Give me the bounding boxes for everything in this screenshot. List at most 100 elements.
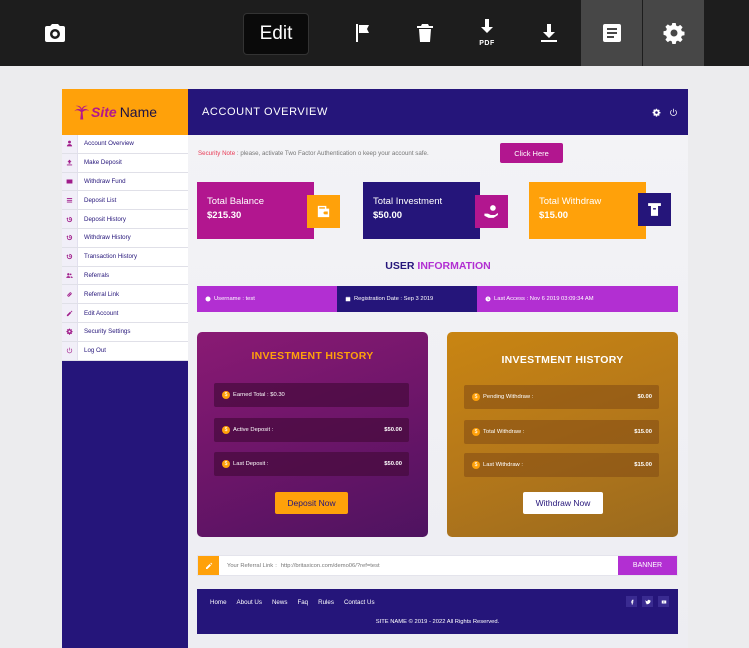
facebook-icon[interactable] [626,596,637,607]
investment-history-title-right: INVESTMENT HISTORY [501,354,624,366]
gear-icon [663,23,684,44]
total-investment-value: $50.00 [373,210,403,221]
last-deposit-label: Last Deposit : [233,461,269,467]
referral-link-label: Your Referral Link [227,562,274,569]
palm-logo-icon [74,105,90,120]
sidebar-item-label: Deposit History [84,215,126,223]
earned-total-label: Earned Total : $0.30 [233,392,285,398]
sidebar-item-security-settings[interactable]: Security Settings [62,322,188,342]
user-information-bar: Username : test Registration Date : Sep … [197,286,678,312]
edit-button[interactable]: Edit [243,13,309,55]
pending-withdraw-label: Pending Withdraw : [483,394,534,400]
sidebar-item-label: Withdraw History [84,234,131,242]
gear-icon [62,322,78,341]
history-icon [62,210,78,228]
total-withdraw-card: Total Withdraw $15.00 [529,182,671,239]
coin-icon: $ [472,393,480,401]
edit-icon [198,556,219,575]
total-balance-label: Total Balance [207,196,265,207]
sidebar-item-label: Make Deposit [84,159,122,167]
investment-history-title-left: INVESTMENT HISTORY [251,350,374,362]
twitter-icon[interactable] [642,596,653,607]
active-deposit-label: Active Deposit : [233,427,274,433]
footer-link-about-us[interactable]: About Us [237,599,262,606]
security-note: Security Note : please, activate Two Fac… [198,150,429,157]
sidebar-item-transaction-history[interactable]: Transaction History [62,247,188,267]
sidebar-item-referrals[interactable]: Referrals [62,266,188,286]
sidebar-item-deposit-list[interactable]: Deposit List [62,191,188,211]
wallet-icon [307,195,340,228]
last-withdraw-label: Last Withdraw : [483,462,523,468]
viewer-toolbar: Edit PDF [0,0,749,66]
last-access-field: Last Access : Nov 6 2019 03:09:34 AM [477,286,678,312]
footer-link-rules[interactable]: Rules [318,599,334,606]
power-icon [62,341,78,360]
sidebar-item-make-deposit[interactable]: Make Deposit [62,153,188,173]
sidebar-item-label: Referrals [84,271,110,279]
document-button[interactable] [581,0,642,66]
coin-icon: $ [222,391,230,399]
settings-button[interactable] [643,0,704,66]
flag-button[interactable] [340,0,386,66]
registration-date-text: Registration Date : Sep 3 2019 [354,296,434,302]
power-icon[interactable] [669,108,678,117]
history-icon [62,228,78,247]
total-withdraw-row: $ Total Withdraw : $15.00 [464,420,659,444]
last-deposit-row: $ Last Deposit : $50.00 [214,452,409,476]
sidebar-item-label: Log Out [84,347,107,355]
footer-link-news[interactable]: News [272,599,287,606]
deposit-now-button[interactable]: Deposit Now [275,492,348,514]
sidebar-item-account-overview[interactable]: Account Overview [62,135,188,154]
user-icon [205,296,211,302]
sidebar-item-label: Deposit List [84,196,117,204]
total-investment-card: Total Investment $50.00 [363,182,508,239]
youtube-icon[interactable] [658,596,669,607]
banner-button[interactable]: BANNER [618,556,677,575]
main-content: Security Note : please, activate Two Fac… [188,135,688,648]
upload-icon [62,153,78,172]
dashboard-page: Site Name Account Overview Make Deposit Wi… [62,89,688,648]
total-withdraw-value: $15.00 [539,210,569,221]
sidebar-item-log-out[interactable]: Log Out [62,341,188,361]
sidebar-item-deposit-history[interactable]: Deposit History [62,210,188,229]
sidebar-item-edit-account[interactable]: Edit Account [62,304,188,323]
last-deposit-value: $50.00 [384,461,402,467]
click-here-button[interactable]: Click Here [500,143,563,163]
card-icon [62,172,78,191]
sidebar-item-withdraw-fund[interactable]: Withdraw Fund [62,172,188,192]
sidebar-item-withdraw-history[interactable]: Withdraw History [62,228,188,248]
coin-icon: $ [472,461,480,469]
footer-link-home[interactable]: Home [210,599,227,606]
footer-link-contact-us[interactable]: Contact Us [344,599,375,606]
referral-link-url[interactable]: http://britaxicon.com/demo06/?ref=test [277,556,618,575]
sidebar-item-referral-link[interactable]: Referral Link [62,285,188,305]
pdf-download-icon [481,19,493,33]
logo-site-text: Site [91,104,117,120]
list-icon [62,191,78,210]
link-icon [62,285,78,304]
history-icon [62,247,78,266]
download-button[interactable] [526,0,572,66]
sidebar: Site Name Account Overview Make Deposit Wi… [62,89,188,648]
coin-icon: $ [472,428,480,436]
footer-link-faq[interactable]: Faq [297,599,308,606]
sidebar-menu: Account Overview Make Deposit Withdraw Fun… [62,135,188,361]
active-deposit-value: $50.00 [384,427,402,433]
security-note-text: : please, activate Two Factor Authentica… [236,150,429,157]
withdraw-now-button[interactable]: Withdraw Now [523,492,603,514]
investment-history-panel-right: INVESTMENT HISTORY $ Pending Withdraw : $… [447,332,678,537]
camera-button[interactable] [30,0,80,66]
users-icon [62,266,78,285]
active-deposit-row: $ Active Deposit : $50.00 [214,418,409,442]
hand-money-icon [475,195,508,228]
pending-withdraw-row: $ Pending Withdraw : $0.00 [464,385,659,409]
total-balance-value: $215.30 [207,210,242,221]
site-logo[interactable]: Site Name [62,89,188,135]
delete-button[interactable] [402,0,448,66]
last-withdraw-row: $ Last Withdraw : $15.00 [464,453,659,477]
footer-links: Home About Us News Faq Rules Contact Us [210,599,375,606]
gear-icon[interactable] [652,108,661,117]
pdf-download-button[interactable]: PDF [464,0,510,66]
logo-name-text: Name [119,104,158,120]
footer: Home About Us News Faq Rules Contact Us SITE … [197,589,678,634]
